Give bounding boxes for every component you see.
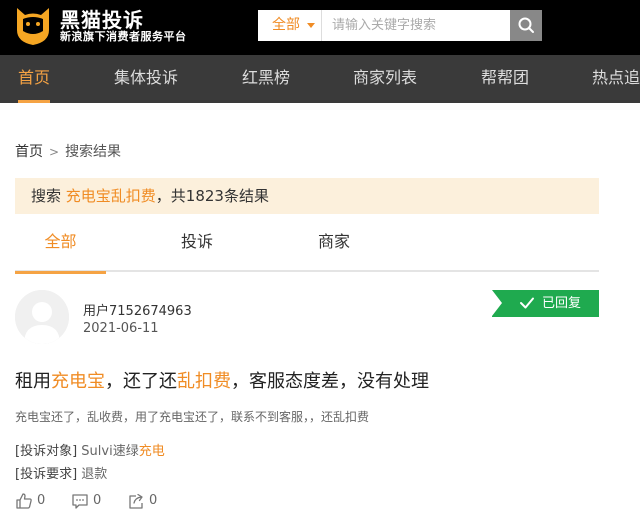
search-button[interactable]: [510, 10, 542, 41]
nav-item-hot-topics[interactable]: 热点追: [592, 55, 640, 103]
post-date: 2021-06-11: [83, 321, 159, 336]
search-input[interactable]: [322, 10, 510, 41]
main-nav: 首页 集体投诉 红黑榜 商家列表 帮帮团 热点追: [0, 55, 640, 103]
search-icon: [518, 17, 534, 33]
target-value-keyword[interactable]: 充电: [139, 444, 165, 459]
title-segment: 租用: [15, 371, 51, 392]
complaint-title[interactable]: 租用充电宝，还了还乱扣费，客服态度差，没有处理: [15, 367, 429, 393]
avatar[interactable]: [15, 290, 69, 344]
complaint-request: [投诉要求] 退款: [15, 463, 107, 482]
black-cat-icon[interactable]: [13, 4, 53, 46]
nav-item-merchant-list[interactable]: 商家列表: [353, 55, 417, 103]
result-count: ，共1823条结果: [155, 187, 269, 205]
result-prefix: 搜索: [31, 187, 66, 205]
nav-item-help-group[interactable]: 帮帮团: [481, 55, 529, 103]
comment-icon: [72, 494, 88, 509]
share-icon: [129, 493, 143, 509]
breadcrumb-separator: >: [49, 145, 60, 159]
logo-subtitle: 新浪旗下消费者服务平台: [60, 30, 187, 43]
title-segment: ，客服态度差，没有处理: [231, 371, 429, 392]
title-keyword: 充电宝: [51, 371, 105, 392]
target-value[interactable]: Sulvi速绿: [81, 444, 138, 459]
thumbs-up-icon: [16, 493, 32, 509]
tab-merchants[interactable]: 商家: [302, 220, 366, 272]
target-label: [投诉对象]: [15, 444, 78, 459]
search-scope-select[interactable]: 全部: [258, 10, 322, 41]
status-label: 已回复: [542, 296, 582, 311]
check-icon: [520, 297, 534, 309]
search-bar: 全部: [258, 10, 542, 41]
search-result-summary: 搜索 充电宝乱扣费，共1823条结果: [15, 178, 599, 214]
nav-item-collective-complaints[interactable]: 集体投诉: [114, 55, 178, 103]
default-user-icon: [15, 290, 69, 344]
complaint-summary[interactable]: 充电宝还了，乱收费，用了充电宝还了，联系不到客服，，还乱扣费: [15, 408, 369, 425]
top-header: 黑猫投诉 新浪旗下消费者服务平台 全部: [0, 0, 640, 55]
title-keyword: 乱扣费: [177, 371, 231, 392]
result-tabs: 全部 投诉 商家: [15, 220, 599, 274]
status-badge: 已回复: [492, 290, 599, 317]
comment-count: 0: [93, 493, 102, 508]
complaint-target: [投诉对象] Sulvi速绿充电: [15, 440, 165, 459]
share-count: 0: [149, 493, 158, 508]
request-label: [投诉要求]: [15, 467, 78, 482]
tab-complaints[interactable]: 投诉: [165, 220, 229, 272]
search-scope-label: 全部: [272, 17, 300, 33]
caret-down-icon: [307, 23, 315, 28]
breadcrumb: 首页 > 搜索结果: [15, 141, 121, 161]
nav-item-home[interactable]: 首页: [18, 55, 51, 103]
request-value: 退款: [81, 467, 108, 482]
breadcrumb-current: 搜索结果: [65, 144, 122, 160]
like-count: 0: [37, 493, 46, 508]
username[interactable]: 用户7152674963: [83, 300, 192, 319]
nav-item-red-black-list[interactable]: 红黑榜: [242, 55, 290, 103]
title-segment: ，还了还: [105, 371, 177, 392]
result-keyword: 充电宝乱扣费: [65, 187, 156, 205]
tab-all[interactable]: 全部: [15, 220, 106, 274]
breadcrumb-home[interactable]: 首页: [15, 144, 43, 160]
